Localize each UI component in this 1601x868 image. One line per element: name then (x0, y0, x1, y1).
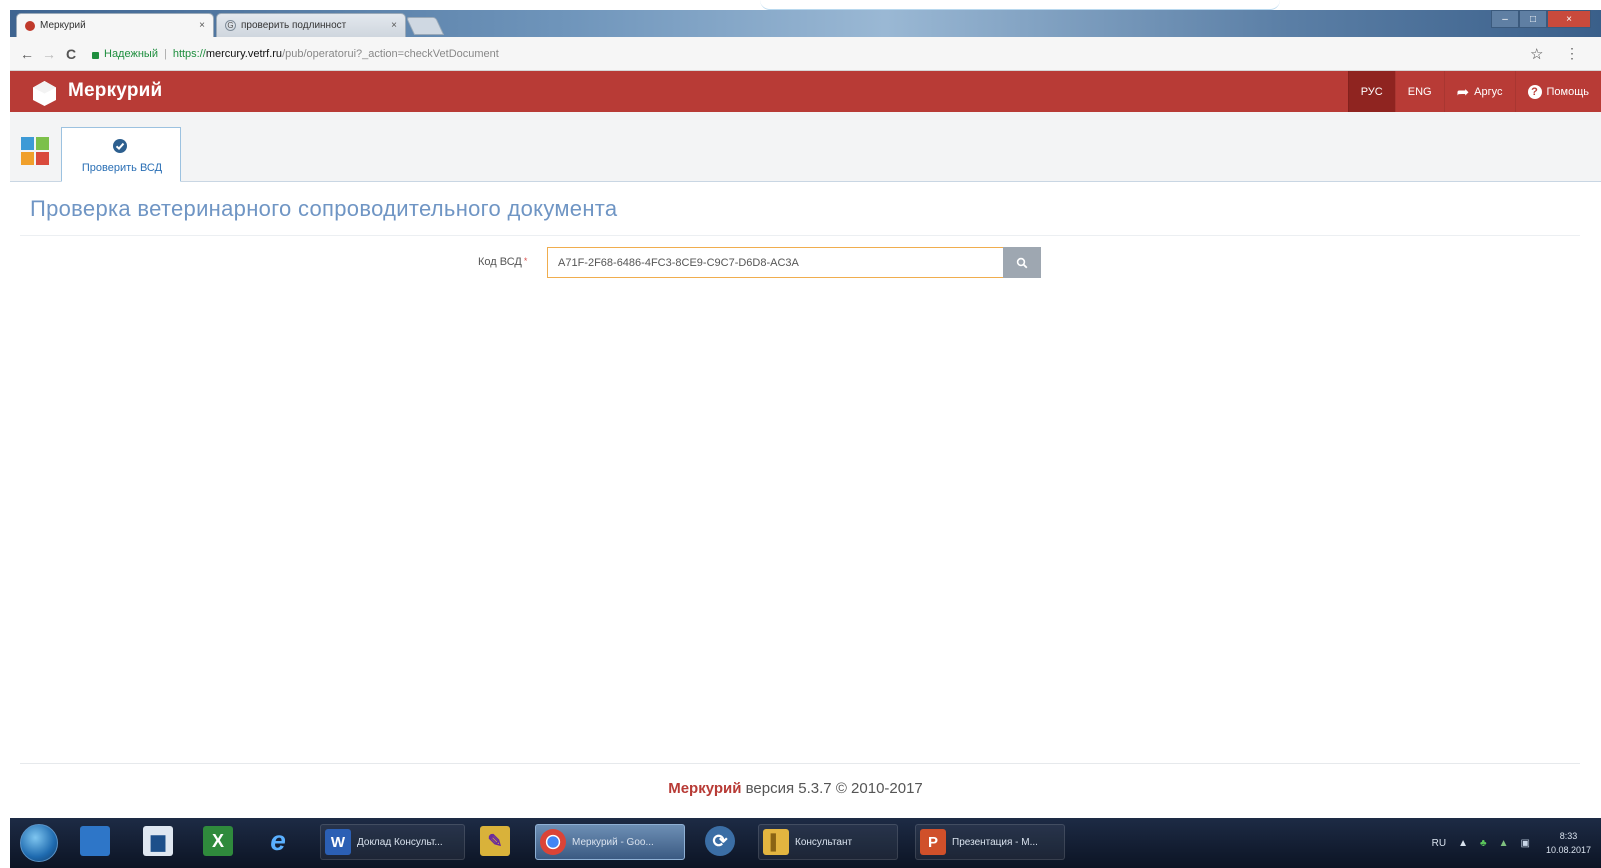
taskbar-app-label: Меркурий - Goo... (572, 836, 654, 848)
url-scheme: https:// (172, 48, 206, 60)
internet-explorer-icon[interactable]: e (263, 825, 293, 856)
vsd-code-label-text: Код ВСД (478, 256, 522, 268)
browser-tab-strip: Меркурий × G проверить подлинност × – □ … (10, 10, 1601, 37)
url-omnibox[interactable]: Надежный | https:// mercury.vetrf.ru /pu… (92, 43, 1522, 65)
tray-volume-icon[interactable]: ▣ (1521, 838, 1530, 849)
apps-grid-icon[interactable] (21, 137, 49, 165)
taskbar-app-label: Презентация - M... (952, 836, 1038, 848)
app-header: Меркурий РУС ENG ➦ Аргус ? Помощь (10, 71, 1601, 112)
argus-label: Аргус (1474, 85, 1503, 98)
footer-brand: Меркурий (668, 780, 742, 797)
taskbar-app-label: Доклад Консульт... (357, 836, 443, 848)
minimize-button[interactable]: – (1491, 10, 1519, 28)
new-tab-button[interactable] (405, 17, 445, 35)
browser-tab-mercury[interactable]: Меркурий × (16, 13, 214, 37)
tray-network-icon[interactable]: ▲ (1499, 838, 1509, 849)
windows-taskbar: ▆ X e W Доклад Консульт... ✎ Меркурий - … (10, 818, 1601, 868)
chrome-icon (540, 829, 566, 855)
url-path: /pub/operatorui?_action=checkVetDocument (282, 48, 499, 60)
back-button[interactable]: ← (16, 46, 38, 62)
tab-check-vsd-label: Проверить ВСД (81, 162, 163, 174)
search-icon (1016, 257, 1028, 268)
help-label: Помощь (1546, 85, 1590, 98)
title-divider (20, 235, 1580, 236)
language-indicator[interactable]: RU (1432, 838, 1446, 849)
footer-divider (20, 763, 1580, 764)
clock-time: 8:33 (1559, 831, 1578, 841)
mercury-favicon-icon (25, 20, 35, 31)
tray-expand-icon[interactable]: ▲ (1458, 838, 1468, 849)
word-icon: W (325, 829, 351, 855)
excel-icon[interactable]: X (203, 826, 233, 856)
secure-label: Надежный (104, 48, 158, 60)
desktop-manager-icon[interactable] (80, 826, 110, 856)
help-link[interactable]: ? Помощь (1514, 71, 1601, 112)
taskbar-app-label: Консультант (795, 836, 853, 848)
maximize-button[interactable]: □ (1519, 10, 1547, 28)
tab-close-icon[interactable]: × (391, 20, 397, 31)
close-window-button[interactable]: × (1547, 10, 1591, 28)
lock-icon (92, 51, 99, 59)
search-button[interactable] (1003, 247, 1041, 278)
window-controls: – □ × (1491, 10, 1591, 28)
network-icon[interactable]: ⟳ (705, 826, 735, 856)
lang-ru-label: РУС (1360, 85, 1383, 98)
vsd-code-label: Код ВСД * (478, 256, 527, 268)
tray-app-icon[interactable]: ♣ (1480, 838, 1487, 849)
taskbar-app-folder[interactable]: ▌ Консультант (758, 824, 898, 860)
decorative-swoosh (760, 0, 1280, 10)
forward-button[interactable]: → (38, 46, 60, 62)
url-separator: | (163, 48, 167, 60)
lang-en-label: ENG (1407, 85, 1432, 98)
tab-title: проверить подлинност (241, 20, 347, 31)
share-icon: ➦ (1456, 83, 1470, 101)
mercury-logo-icon (33, 81, 56, 106)
reload-button[interactable]: C (60, 46, 82, 62)
app-title[interactable]: Меркурий (68, 80, 162, 102)
lang-en-button[interactable]: ENG (1394, 71, 1444, 112)
decorative-left-border (0, 0, 10, 868)
check-circle-icon (113, 139, 127, 153)
taskbar-app-chrome[interactable]: Меркурий - Goo... (535, 824, 685, 860)
browser-address-bar: ← → C Надежный | https:// mercury.vetrf.… (10, 37, 1601, 71)
header-nav: РУС ENG ➦ Аргус ? Помощь (1347, 71, 1601, 112)
browser-tab-google[interactable]: G проверить подлинност × (216, 13, 406, 37)
tab-title: Меркурий (40, 20, 86, 31)
clock-date: 10.08.2017 (1545, 845, 1591, 855)
tab-check-vsd[interactable]: Проверить ВСД (61, 127, 181, 182)
google-favicon-icon: G (225, 20, 236, 31)
browser-menu-icon[interactable]: ⋮ (1565, 45, 1579, 62)
argus-link[interactable]: ➦ Аргус (1443, 71, 1515, 112)
tab-close-icon[interactable]: × (199, 20, 205, 31)
floppy-save-icon[interactable]: ▆ (143, 826, 173, 856)
page-title: Проверка ветеринарного сопроводительного… (30, 196, 618, 221)
help-icon: ? (1527, 84, 1542, 99)
tray-clock[interactable]: 8:33 10.08.2017 (1546, 829, 1591, 857)
system-tray: RU ▲ ♣ ▲ ▣ 8:33 10.08.2017 (1420, 818, 1591, 868)
footer-version: версия 5.3.7 © 2010-2017 (741, 780, 923, 797)
start-button[interactable] (20, 824, 58, 862)
taskbar-app-powerpoint[interactable]: P Презентация - M... (915, 824, 1065, 860)
footer: Меркурий версия 5.3.7 © 2010-2017 (0, 780, 1591, 797)
bookmark-star-icon[interactable]: ☆ (1530, 45, 1543, 63)
module-toolbar: Проверить ВСД (10, 112, 1601, 182)
paint-icon[interactable]: ✎ (480, 826, 510, 856)
powerpoint-icon: P (920, 829, 946, 855)
required-mark: * (523, 256, 528, 266)
folder-icon: ▌ (763, 829, 789, 855)
lang-ru-button[interactable]: РУС (1347, 71, 1395, 112)
taskbar-app-word[interactable]: W Доклад Консульт... (320, 824, 465, 860)
url-host: mercury.vetrf.ru (205, 48, 283, 60)
vsd-code-input[interactable] (547, 247, 1004, 278)
